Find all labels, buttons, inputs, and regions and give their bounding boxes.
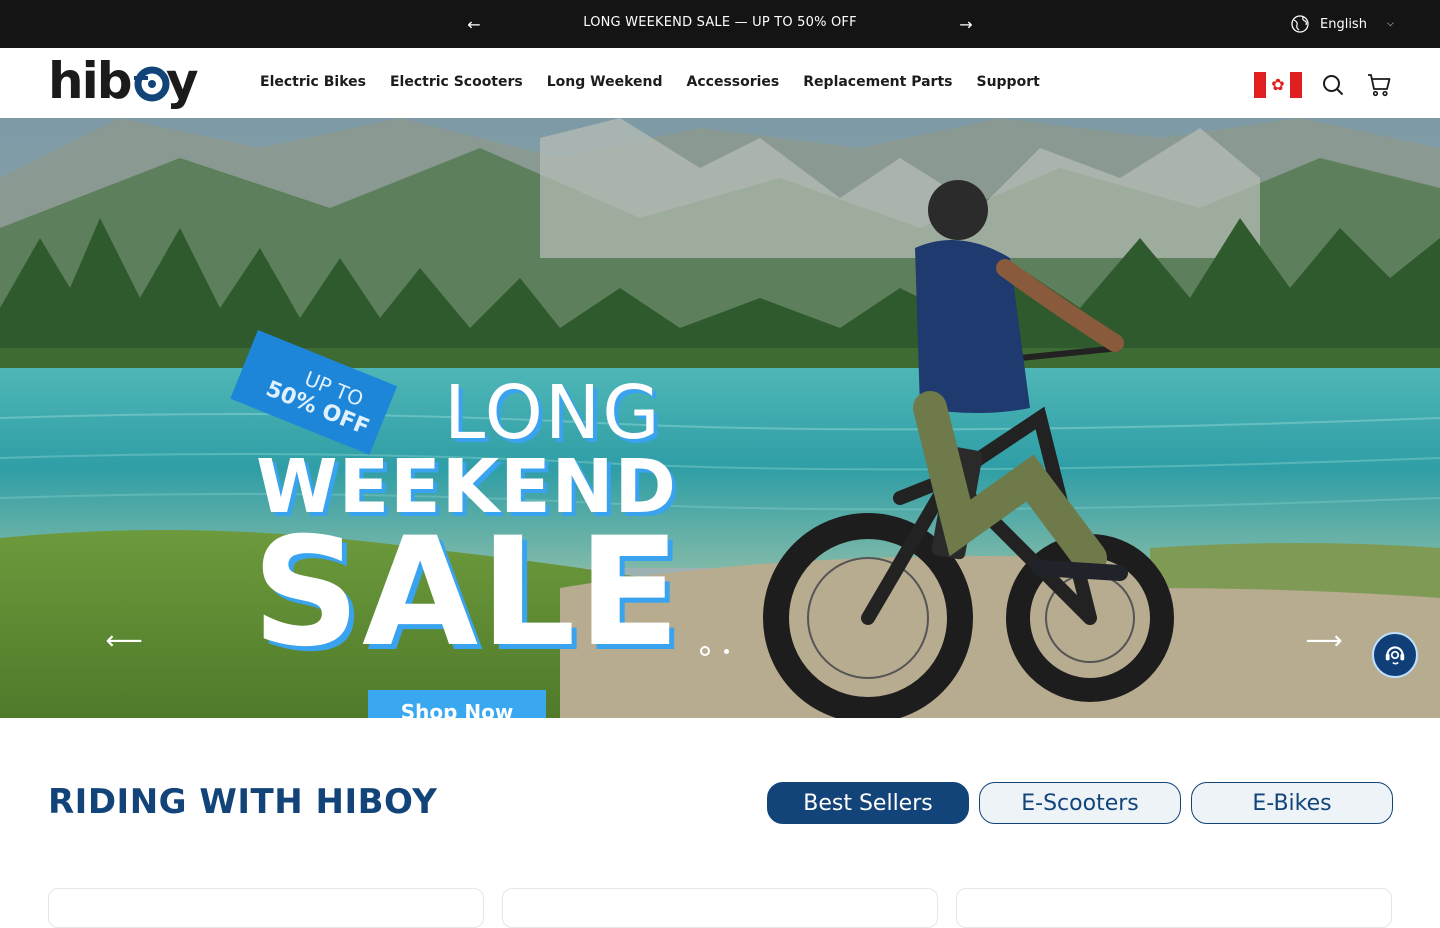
announcement-bar: ← LONG WEEKEND SALE — UP TO 50% OFF → En…	[0, 0, 1440, 48]
hero-banner: UP TO 50% OFF LONG WEEKEND SALE Shop Now…	[0, 118, 1440, 718]
product-card[interactable]	[956, 888, 1392, 928]
slide-dot-2[interactable]	[724, 648, 729, 654]
support-chat-button[interactable]	[1372, 632, 1418, 678]
product-card[interactable]	[48, 888, 484, 928]
nav-replacement-parts[interactable]: Replacement Parts	[803, 74, 952, 90]
cart-icon[interactable]	[1364, 70, 1394, 100]
chevron-down-icon: ⌵	[1386, 19, 1394, 29]
discount-ribbon: UP TO 50% OFF	[230, 330, 398, 455]
svg-text:hib: hib	[48, 54, 131, 110]
product-category-tabs: Best Sellers E-Scooters E-Bikes	[767, 782, 1393, 824]
nav-electric-scooters[interactable]: Electric Scooters	[390, 74, 523, 90]
main-nav: Electric Bikes Electric Scooters Long We…	[260, 74, 1040, 90]
nav-accessories[interactable]: Accessories	[687, 74, 780, 90]
headline-sale: SALE	[252, 506, 683, 680]
search-icon[interactable]	[1318, 70, 1348, 100]
tab-best-sellers[interactable]: Best Sellers	[767, 782, 969, 824]
slider-dots	[700, 646, 729, 656]
slider-prev-arrow-icon[interactable]: ⟵	[104, 626, 144, 656]
svg-text:y: y	[166, 54, 199, 110]
shop-now-button[interactable]: Shop Now	[368, 690, 546, 718]
slider-next-arrow-icon[interactable]: ⟶	[1304, 626, 1344, 656]
tab-e-bikes[interactable]: E-Bikes	[1191, 782, 1393, 824]
announcement-text[interactable]: LONG WEEKEND SALE — UP TO 50% OFF	[520, 15, 920, 30]
nav-long-weekend[interactable]: Long Weekend	[547, 74, 663, 90]
canada-flag-icon[interactable]: ✿	[1254, 72, 1302, 98]
arrow-right-icon[interactable]: →	[954, 12, 978, 36]
product-card[interactable]	[502, 888, 938, 928]
nav-electric-bikes[interactable]: Electric Bikes	[260, 74, 366, 90]
globe-icon	[1291, 15, 1309, 33]
language-label: English	[1320, 16, 1367, 32]
header-actions: ✿	[1254, 70, 1394, 100]
arrow-left-icon[interactable]: ←	[462, 12, 486, 36]
product-card-row	[48, 888, 1392, 928]
hiboy-logo[interactable]: hib y	[48, 54, 208, 112]
promo-graphic: UP TO 50% OFF LONG WEEKEND SALE Shop Now	[230, 318, 680, 718]
slide-dot-1[interactable]	[700, 646, 710, 656]
tab-e-scooters[interactable]: E-Scooters	[979, 782, 1181, 824]
nav-support[interactable]: Support	[976, 74, 1039, 90]
section-title: RIDING WITH HIBOY	[48, 782, 438, 822]
site-header: hib y Electric Bikes Electric Scooters L…	[0, 48, 1440, 118]
support-agent-icon	[1385, 646, 1405, 665]
language-selector[interactable]: English ⌵	[1290, 14, 1394, 34]
hero-background-image	[0, 118, 1440, 718]
